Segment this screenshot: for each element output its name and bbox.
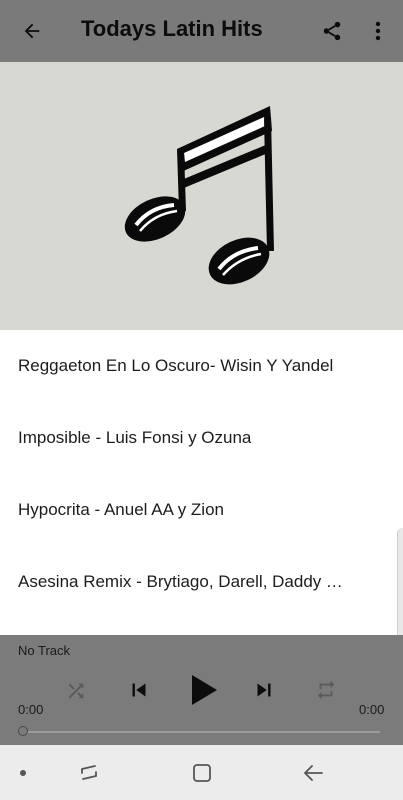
skip-previous-icon [132, 683, 146, 697]
player-bar: No Track 0:00 0:00 [0, 635, 403, 745]
play-button[interactable] [184, 670, 224, 710]
nav-dot[interactable] [15, 765, 31, 781]
home-icon [193, 764, 211, 782]
track-title: Asesina Remix - Brytiago, Darell, Daddy … [18, 572, 343, 591]
back-button[interactable] [14, 13, 50, 49]
duration-time: 0:00 [359, 702, 385, 717]
repeat-button[interactable] [312, 676, 340, 704]
skip-next-icon [257, 683, 271, 697]
track-title: Imposible - Luis Fonsi y Ozuna [18, 428, 252, 447]
list-item[interactable]: Reggaeton En Lo Oscuro- Wisin Y Yandel [0, 330, 403, 402]
track-title: Reggaeton En Lo Oscuro- Wisin Y Yandel [18, 356, 334, 375]
track-list: Reggaeton En Lo Oscuro- Wisin Y Yandel I… [0, 330, 403, 635]
track-title: Hypocrita - Anuel AA y Zion [18, 500, 224, 519]
overflow-menu-button[interactable] [364, 13, 392, 49]
more-vert-icon [375, 21, 381, 41]
music-note-icon [124, 106, 274, 285]
now-playing-label: No Track [18, 643, 71, 658]
share-button[interactable] [314, 13, 350, 49]
system-nav-bar [0, 745, 403, 800]
album-artwork [0, 62, 403, 330]
home-button[interactable] [187, 758, 217, 788]
previous-button[interactable] [124, 675, 154, 705]
shuffle-button[interactable] [62, 677, 90, 705]
recents-icon [81, 765, 97, 780]
app-bar: Todays Latin Hits [0, 0, 403, 62]
play-icon [192, 675, 217, 705]
recents-button[interactable] [74, 759, 104, 787]
list-item[interactable]: Asesina Remix - Brytiago, Darell, Daddy … [0, 546, 403, 618]
back-icon [304, 765, 323, 781]
repeat-icon [317, 680, 335, 700]
next-button[interactable] [249, 675, 279, 705]
list-item[interactable]: Imposible - Luis Fonsi y Ozuna [0, 402, 403, 474]
dot-icon [20, 770, 26, 776]
elapsed-time: 0:00 [18, 702, 44, 717]
shuffle-icon [68, 683, 84, 699]
share-icon [323, 21, 341, 41]
system-back-button[interactable] [298, 758, 328, 788]
seek-thumb[interactable] [18, 726, 28, 736]
arrow-back-icon [24, 23, 40, 39]
page-title: Todays Latin Hits [81, 16, 263, 41]
list-item[interactable]: Hypocrita - Anuel AA y Zion [0, 474, 403, 546]
seek-bar[interactable] [22, 731, 380, 733]
